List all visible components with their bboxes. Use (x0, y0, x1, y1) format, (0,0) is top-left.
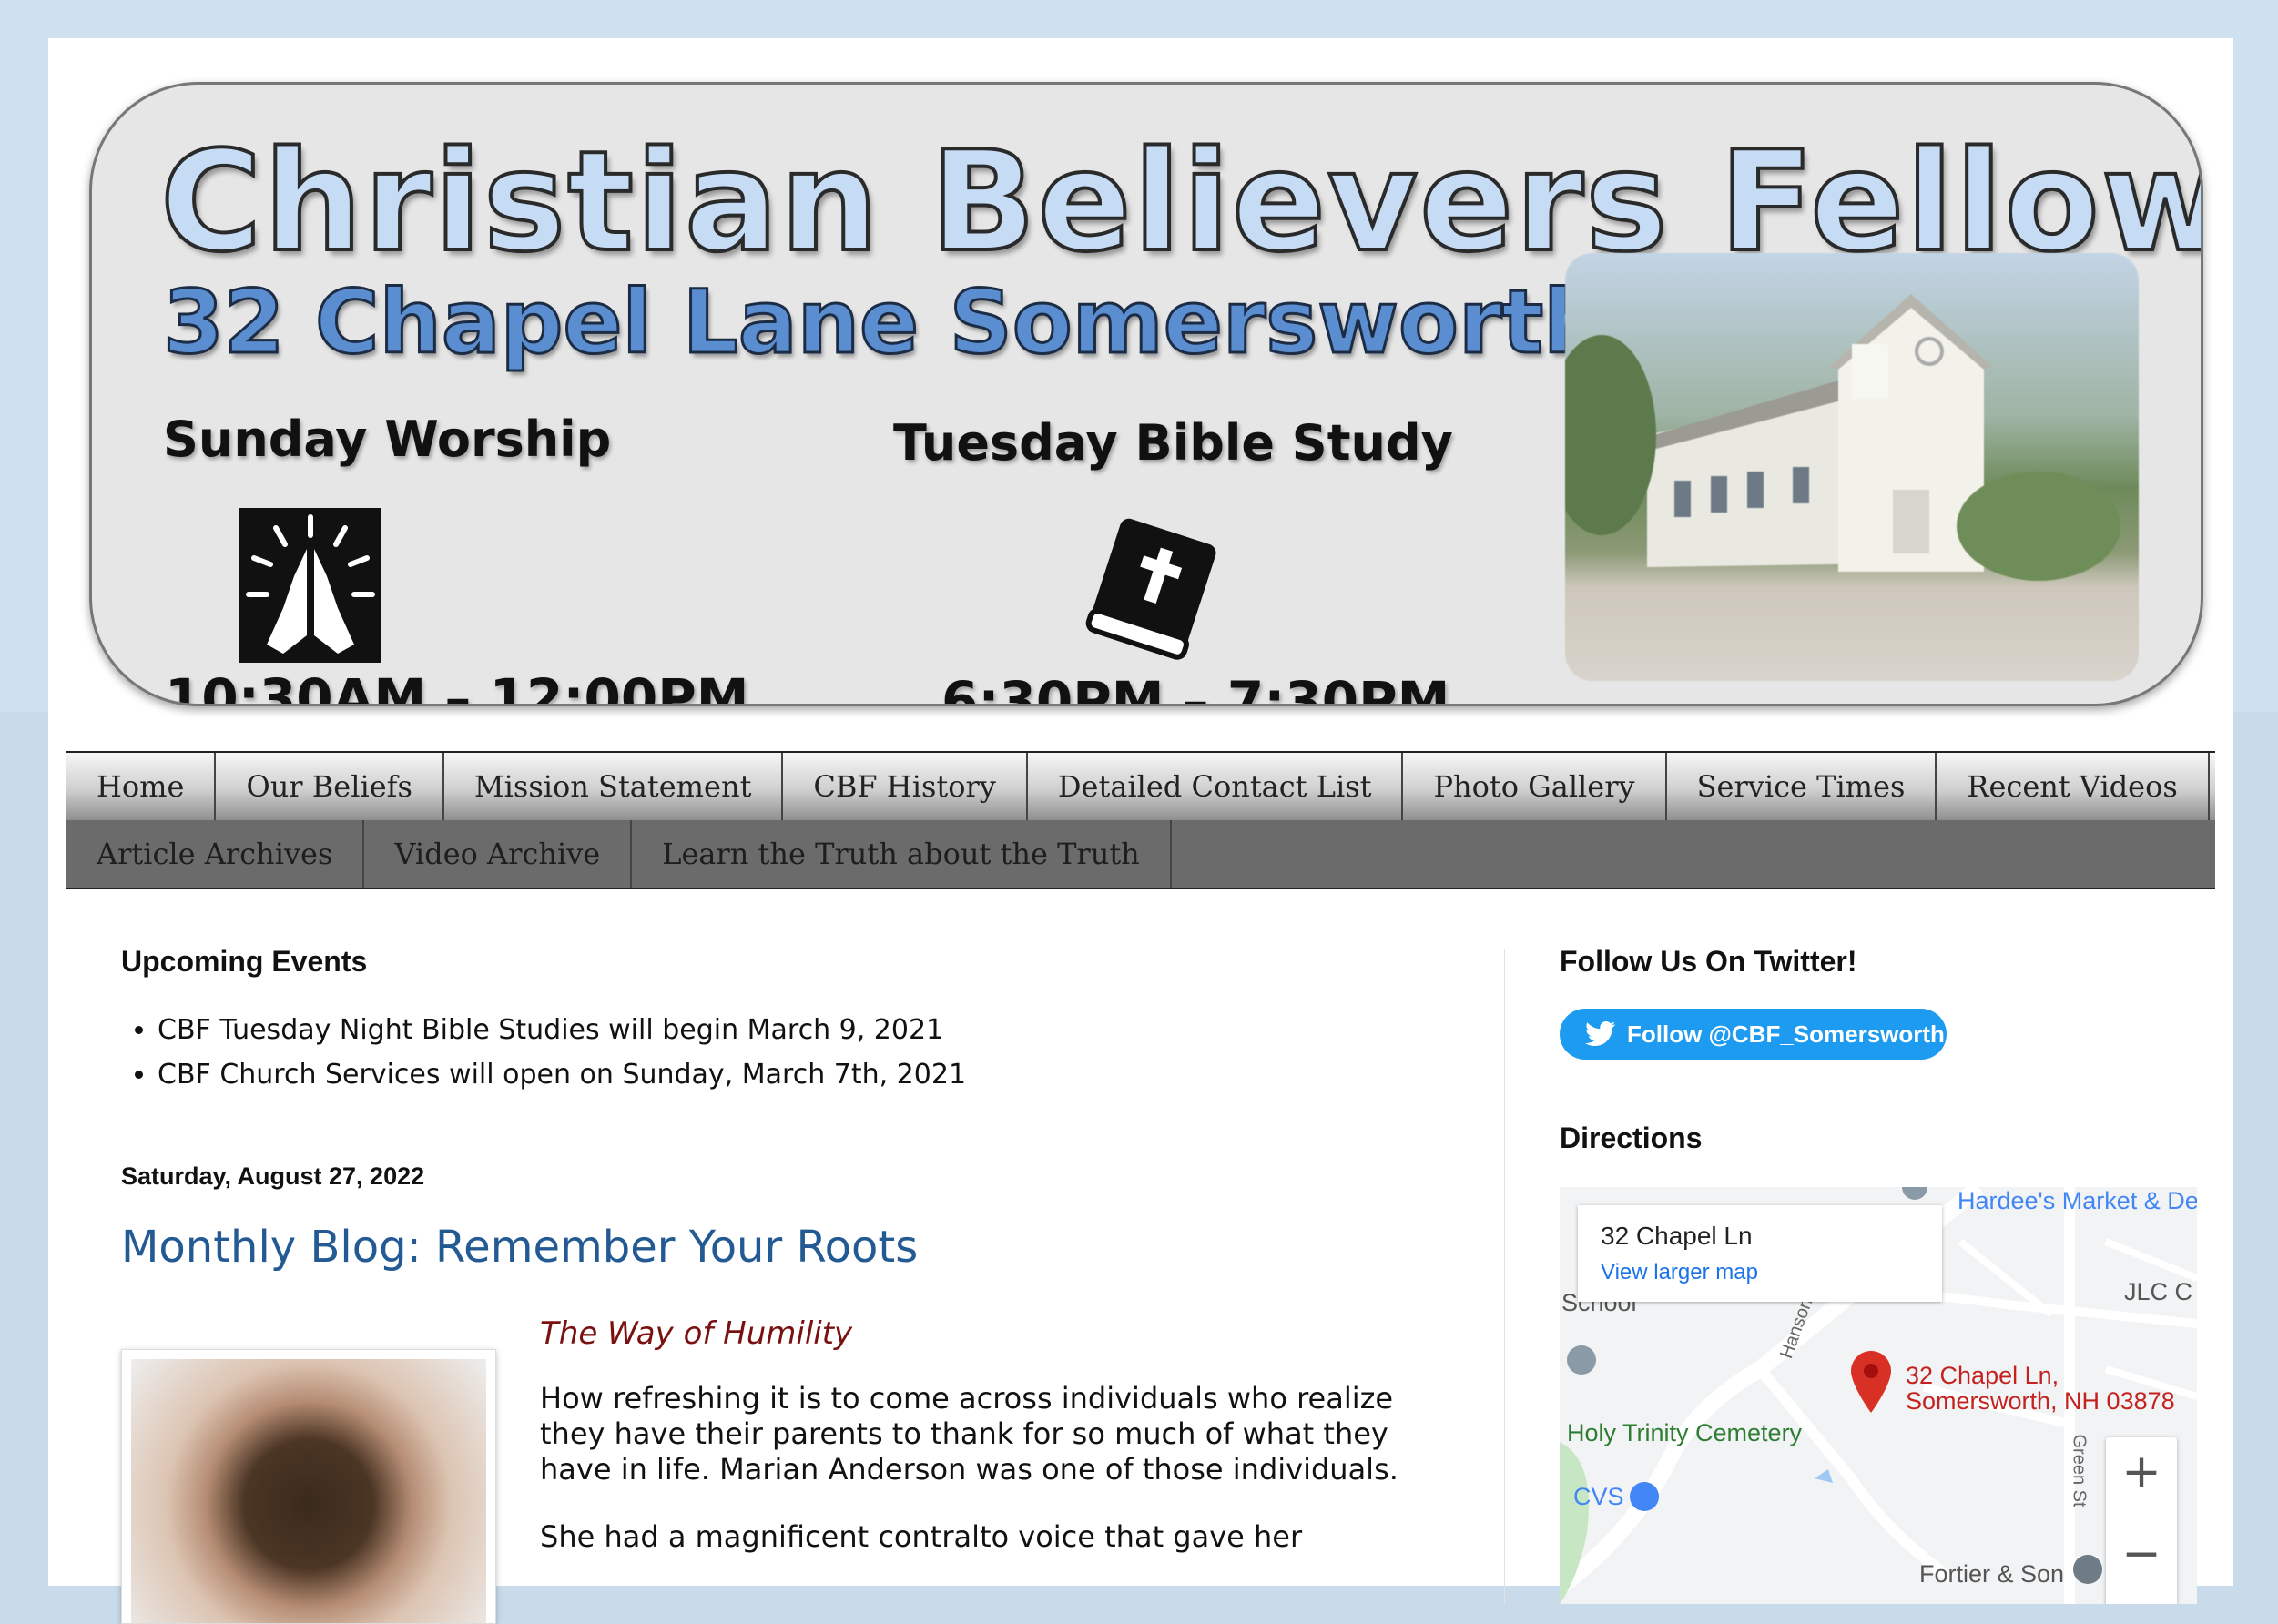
view-larger-map-link[interactable]: View larger map (1601, 1260, 1758, 1285)
page-container: Christian Believers Fellowship 32 Chapel… (48, 38, 2233, 1624)
map-label-address-line2: Somersworth, NH 03878 (1906, 1387, 2175, 1415)
zoom-in-button[interactable]: + (2106, 1437, 2177, 1508)
sunday-worship-time: 10:30AM – 12:00PM (165, 667, 749, 706)
post-subtitle: The Way of Humility (540, 1315, 853, 1352)
nav-learn-the-truth[interactable]: Learn the Truth about the Truth (632, 820, 1172, 888)
nav-mission-statement[interactable]: Mission Statement (444, 753, 784, 820)
directions-heading: Directions (1560, 1122, 1703, 1154)
tuesday-study-time: 6:30PM – 7:30PM (941, 670, 1450, 706)
nav-photo-gallery[interactable]: Photo Gallery (1403, 753, 1667, 820)
post-image[interactable] (121, 1349, 496, 1624)
event-item: CBF Tuesday Night Bible Studies will beg… (158, 1014, 966, 1046)
column-divider (1504, 949, 1505, 1604)
nav-cbf-history[interactable]: CBF History (783, 753, 1028, 820)
nav-home[interactable]: Home (66, 753, 217, 820)
nav-row-1: Home Our Beliefs Mission Statement CBF H… (66, 753, 2215, 820)
praying-hands-icon (239, 508, 381, 663)
follow-button-label: Follow @CBF_Somersworth (1627, 1020, 1945, 1048)
twitter-follow-button[interactable]: Follow @CBF_Somersworth (1560, 1009, 1947, 1060)
zoom-out-button[interactable]: − (2106, 1519, 2177, 1590)
map-label-hardees: Hardee's Market & De (1958, 1187, 2197, 1214)
map-label-jlc: JLC C (2124, 1278, 2193, 1305)
nav-detailed-contact-list[interactable]: Detailed Contact List (1028, 753, 1404, 820)
post-paragraph: She had a magnificent contralto voice th… (540, 1519, 1303, 1554)
twitter-bird-icon (1585, 1021, 1616, 1047)
nav-row-2: Article Archives Video Archive Learn the… (66, 820, 2215, 888)
church-building-image (1547, 294, 2120, 581)
twitter-heading: Follow Us On Twitter! (1560, 945, 1857, 978)
nav-service-times[interactable]: Service Times (1667, 753, 1937, 820)
post-body: How refreshing it is to come across indi… (540, 1381, 1450, 1587)
nav-our-beliefs[interactable]: Our Beliefs (216, 753, 444, 820)
main-nav: Home Our Beliefs Mission Statement CBF H… (66, 751, 2215, 889)
church-photo (1547, 253, 2139, 681)
post-date: Saturday, August 27, 2022 (121, 1162, 425, 1190)
post-title-link[interactable]: Monthly Blog: Remember Your Roots (121, 1222, 918, 1273)
map-label-cemetery: Holy Trinity Cemetery (1567, 1419, 1803, 1446)
header-banner[interactable]: Christian Believers Fellowship 32 Chapel… (89, 82, 2203, 706)
map-label-address-line1: 32 Chapel Ln, (1906, 1362, 2059, 1389)
hands-with-soil-image (131, 1359, 486, 1623)
map-label-green-st: Green St (2069, 1434, 2090, 1507)
map-pin-icon (1851, 1351, 1891, 1413)
map-card-title: 32 Chapel Ln (1601, 1222, 1753, 1250)
events-list: CBF Tuesday Night Bible Studies will beg… (121, 1014, 966, 1103)
directions-map[interactable]: Hardee's Market & De JLC C School Hanson… (1560, 1187, 2197, 1604)
post-paragraph: How refreshing it is to come across indi… (540, 1381, 1398, 1487)
upcoming-events-heading: Upcoming Events (121, 945, 368, 978)
tuesday-study-label: Tuesday Bible Study (893, 414, 1453, 472)
map-label-cvs: CVS (1573, 1483, 1624, 1510)
map-info-card: 32 Chapel Ln View larger map (1578, 1205, 1942, 1302)
event-item: CBF Church Services will open on Sunday,… (158, 1059, 966, 1091)
nav-video-archive[interactable]: Video Archive (364, 820, 633, 888)
map-label-fortier: Fortier & Son (1919, 1560, 2065, 1588)
map-zoom-controls: + − (2106, 1437, 2177, 1604)
nav-article-archives[interactable]: Article Archives (66, 820, 365, 888)
sunday-worship-label: Sunday Worship (163, 411, 612, 468)
bible-icon (1085, 518, 1216, 660)
nav-recent-videos[interactable]: Recent Videos (1937, 753, 2210, 820)
